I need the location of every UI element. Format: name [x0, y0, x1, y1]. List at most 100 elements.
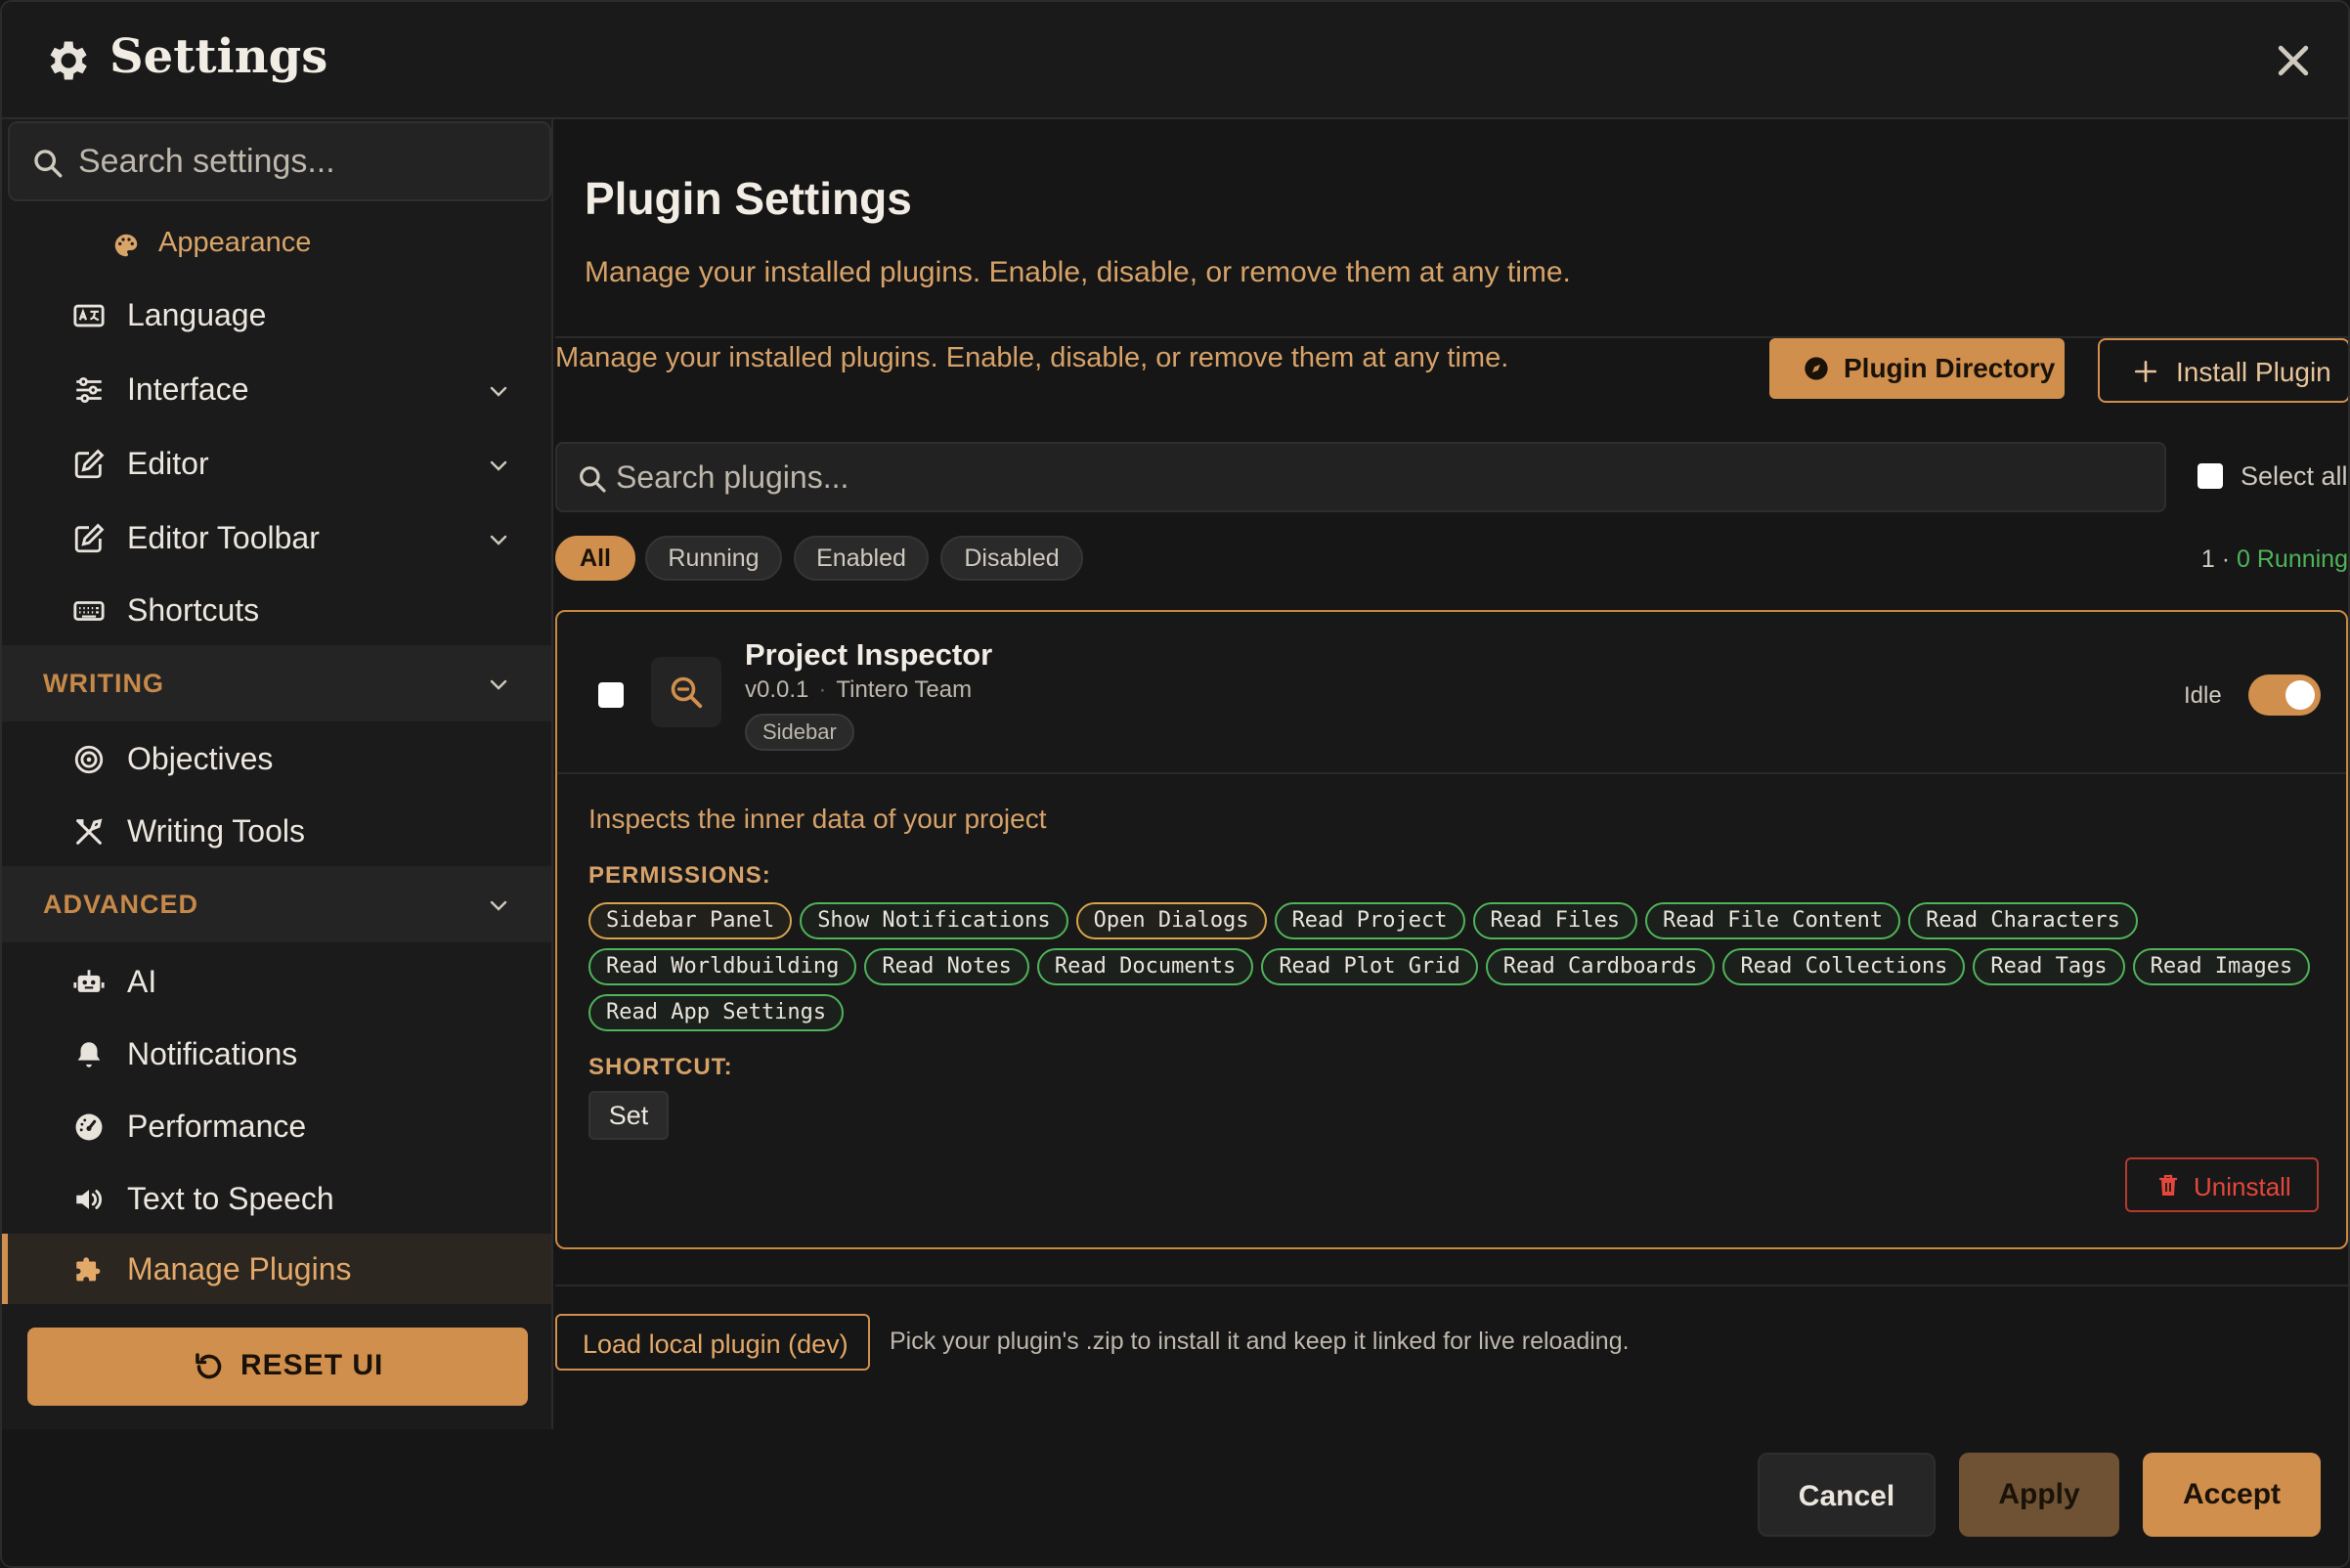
filter-running[interactable]: Running	[645, 536, 782, 581]
search-icon	[580, 466, 606, 493]
sidebar-item-editor[interactable]: Editor	[2, 428, 551, 499]
sidebar-item-ai[interactable]: AI	[2, 946, 551, 1017]
reset-icon	[196, 1353, 222, 1379]
meta-separator: ·	[818, 676, 827, 703]
sidebar-item-appearance[interactable]: Appearance	[2, 209, 551, 280]
divider	[555, 336, 2348, 338]
filter-disabled[interactable]: Disabled	[940, 536, 1083, 581]
compass-icon	[1805, 357, 1828, 380]
filter-all[interactable]: All	[555, 536, 635, 581]
sidebar-item-writing-tools[interactable]: Writing Tools	[2, 796, 551, 866]
section-label: ADVANCED	[43, 890, 199, 919]
filter-enabled[interactable]: Enabled	[794, 536, 929, 581]
title-bar: Settings	[2, 2, 2348, 119]
chevron-down-icon[interactable]	[487, 528, 510, 551]
install-plugin-button[interactable]: Install Plugin	[2098, 338, 2348, 403]
permission-badge: Read Files	[1472, 902, 1637, 939]
chevron-down-icon[interactable]	[487, 673, 510, 696]
chevron-down-icon[interactable]	[487, 893, 510, 917]
sidebar-item-label: Objectives	[127, 741, 274, 776]
section-label: WRITING	[43, 669, 164, 698]
edit-icon	[74, 523, 105, 553]
plugin-count: 1 · 0 Running	[2201, 545, 2348, 574]
sidebar-item-label: Appearance	[158, 227, 312, 258]
sidebar-item-label: Interface	[127, 371, 249, 407]
gauge-icon	[75, 1113, 103, 1141]
cancel-button[interactable]: Cancel	[1758, 1453, 1936, 1537]
section-writing[interactable]: WRITING	[2, 645, 551, 721]
sidebar-item-performance[interactable]: Performance	[2, 1091, 551, 1161]
sidebar-item-label: Writing Tools	[127, 813, 305, 849]
permission-badge: Read Tags	[1973, 948, 2125, 985]
sidebar-item-shortcuts[interactable]: Shortcuts	[2, 575, 551, 645]
accept-button[interactable]: Accept	[2143, 1453, 2321, 1537]
sidebar-item-notifications[interactable]: Notifications	[2, 1019, 551, 1089]
plugin-select-checkbox[interactable]	[598, 682, 624, 708]
load-local-plugin-button[interactable]: Load local plugin (dev)	[555, 1314, 870, 1371]
uninstall-label: Uninstall	[2194, 1172, 2291, 1201]
close-icon[interactable]	[2272, 39, 2315, 82]
keyboard-icon	[73, 601, 105, 621]
permission-badge: Show Notifications	[800, 902, 1068, 939]
reset-ui-button[interactable]: RESET UI	[27, 1328, 528, 1406]
local-plugin-hint: Pick your plugin's .zip to install it an…	[890, 1328, 1630, 1355]
sidebar-item-objectives[interactable]: Objectives	[2, 723, 551, 794]
sidebar-item-label: Performance	[127, 1109, 307, 1144]
shortcut-heading: SHORTCUT:	[588, 1054, 733, 1080]
select-all-label: Select all	[2241, 461, 2348, 491]
sidebar-item-label: Language	[127, 297, 267, 332]
tools-icon	[76, 818, 103, 845]
plugin-search[interactable]	[555, 442, 2166, 512]
set-shortcut-button[interactable]: Set	[588, 1091, 669, 1140]
plugin-author: Tintero Team	[836, 676, 973, 703]
gear-icon	[50, 41, 87, 80]
permission-badge: Open Dialogs	[1075, 902, 1267, 939]
plugin-icon	[651, 657, 721, 727]
permission-badge: Read Characters	[1908, 902, 2138, 939]
sidebar-search[interactable]	[8, 121, 551, 201]
sidebar-item-label: Notifications	[127, 1036, 298, 1071]
sidebar-item-interface[interactable]: Interface	[2, 354, 551, 424]
chevron-down-icon[interactable]	[487, 454, 510, 477]
plugin-directory-label: Plugin Directory	[1844, 353, 2056, 383]
chevron-down-icon[interactable]	[487, 379, 510, 403]
permission-badge: Read Project	[1274, 902, 1465, 939]
plugin-name: Project Inspector	[745, 637, 993, 672]
plugin-tag: Sidebar	[745, 714, 854, 751]
sidebar-search-input[interactable]	[78, 123, 538, 199]
plugin-meta: v0.0.1 · Tintero Team	[745, 676, 972, 704]
palette-icon	[114, 234, 138, 257]
sidebar-item-label: Manage Plugins	[127, 1251, 352, 1286]
trash-icon	[2159, 1174, 2177, 1196]
permission-badge: Read Worldbuilding	[588, 948, 857, 985]
count-separator: ·	[2221, 545, 2231, 573]
settings-window: Settings Appearance Language Interface E…	[0, 0, 2350, 1568]
bell-icon	[77, 1042, 101, 1067]
plugin-card: Project Inspector v0.0.1 · Tintero Team Si…	[555, 610, 2348, 1249]
sidebar-item-language[interactable]: Language	[2, 280, 551, 350]
sidebar-item-manage-plugins[interactable]: Manage Plugins	[2, 1234, 551, 1304]
plugin-card-header: Project Inspector v0.0.1 · Tintero Team Si…	[557, 612, 2346, 774]
permission-badge: Sidebar Panel	[588, 902, 793, 939]
plugins-description: Manage your installed plugins. Enable, d…	[555, 342, 1509, 373]
plugin-version: v0.0.1	[745, 676, 809, 703]
permission-badge: Read Images	[2132, 948, 2311, 985]
select-all-checkbox[interactable]	[2198, 463, 2223, 489]
permissions-list: Sidebar Panel Show Notifications Open Dial…	[588, 901, 2338, 1039]
reset-ui-label: RESET UI	[240, 1349, 384, 1381]
permission-badge: Read Plot Grid	[1261, 948, 1478, 985]
toggle-knob	[2285, 680, 2315, 710]
sidebar-item-text-to-speech[interactable]: Text to Speech	[2, 1163, 551, 1234]
apply-button[interactable]: Apply	[1959, 1453, 2119, 1537]
plugin-directory-button[interactable]: Plugin Directory	[1769, 338, 2065, 399]
robot-icon	[73, 970, 105, 992]
plugin-search-input[interactable]	[616, 444, 2151, 510]
sidebar-item-editor-toolbar[interactable]: Editor Toolbar	[2, 502, 551, 573]
permissions-heading: PERMISSIONS:	[588, 862, 771, 889]
section-advanced[interactable]: ADVANCED	[2, 866, 551, 942]
uninstall-button[interactable]: Uninstall	[2125, 1157, 2319, 1212]
search-icon	[34, 150, 63, 178]
sidebar-item-label: AI	[127, 964, 157, 999]
permission-badge: Read Notes	[864, 948, 1029, 985]
plugin-enable-toggle[interactable]	[2248, 675, 2321, 716]
